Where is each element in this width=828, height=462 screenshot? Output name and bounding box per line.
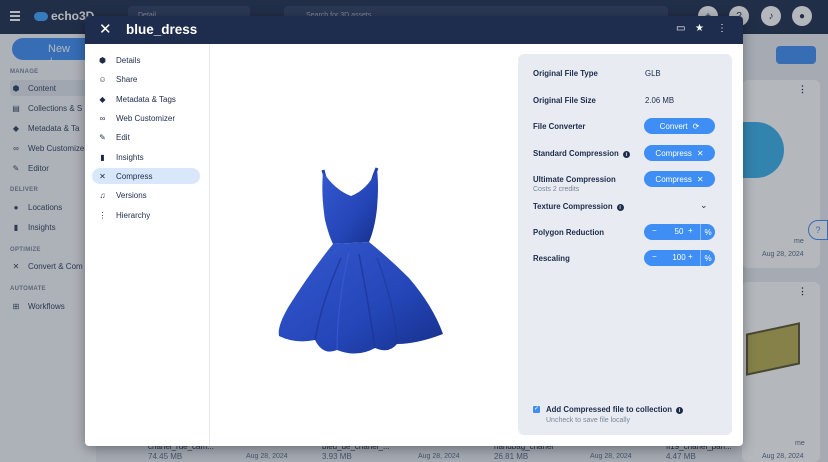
plus-icon[interactable]: + [688,226,693,235]
original-file-type-value: GLB [645,69,661,78]
convert-button-label: Convert [659,121,688,131]
hierarchy-icon: ⋮ [98,210,107,220]
percent-unit: % [700,224,715,240]
compress-icon: ✕ [696,148,704,158]
versions-icon: ♫ [99,190,106,200]
add-to-collection-note: Uncheck to save file locally [546,417,631,424]
more-vertical-icon[interactable]: ⋮ [717,23,727,34]
texture-compression-text: Texture Compression [533,202,613,211]
nav-item-web-customizer[interactable]: ∞ Web Customizer [92,110,200,126]
original-file-size-value: 2.06 MB [645,96,675,105]
nav-item-label: Compress [116,171,153,181]
polygon-reduction-stepper[interactable]: − 50 + % [644,224,715,240]
star-icon[interactable]: ★ [695,23,704,34]
percent-unit: % [700,250,715,266]
pencil-icon: ✎ [99,132,106,142]
nav-item-edit[interactable]: ✎ Edit [92,129,200,145]
chevron-down-icon[interactable]: ⌄ [700,200,708,211]
compress-button-label: Compress [655,148,692,158]
nav-item-versions[interactable]: ♫ Versions [92,187,200,203]
rescaling-stepper[interactable]: − 100 + % [644,250,715,266]
compress-icon: ✕ [99,171,106,181]
nav-item-insights[interactable]: ▮ Insights [92,149,200,165]
tag-icon: ◆ [99,94,106,104]
nav-item-label: Web Customizer [116,113,175,123]
polygon-reduction-label: Polygon Reduction [533,228,605,237]
nav-item-metadata[interactable]: ◆ Metadata & Tags [92,91,200,107]
nav-item-label: Share [116,74,138,84]
plus-icon[interactable]: + [688,252,693,261]
user-plus-icon: ☺ [98,74,107,84]
cube-icon: ⬢ [99,55,106,65]
info-icon[interactable]: i [676,407,684,414]
add-to-collection-text: Add Compressed file to collection [546,405,673,414]
modal-nav: ⬢ Details ☺ Share ◆ Metadata & Tags ∞ Web Cu… [85,44,210,446]
refresh-icon: ⟳ [692,121,700,131]
original-file-size-label: Original File Size [533,96,596,105]
nav-item-details[interactable]: ⬢ Details [92,52,200,68]
standard-compress-button[interactable]: Compress ✕ [644,145,715,161]
standard-compression-text: Standard Compression [533,149,619,158]
info-icon[interactable]: i [616,204,624,211]
minus-icon[interactable]: − [652,226,657,235]
file-converter-label: File Converter [533,122,586,131]
nav-item-label: Edit [116,132,130,142]
minus-icon[interactable]: − [652,252,657,261]
glasses-icon: ∞ [99,113,106,123]
standard-compression-label: Standard Compression i [533,149,630,158]
nav-item-compress[interactable]: ✕ Compress [92,168,200,184]
ultimate-compression-label: Ultimate Compression [533,175,616,184]
close-icon[interactable]: ✕ [99,22,112,37]
ultimate-compress-button[interactable]: Compress ✕ [644,171,715,187]
dress-model[interactable] [211,44,511,446]
nav-item-label: Metadata & Tags [116,94,176,104]
compress-icon: ✕ [696,174,704,184]
nav-item-hierarchy[interactable]: ⋮ Hierarchy [92,207,200,223]
chart-icon: ▮ [100,152,105,162]
info-icon[interactable]: i [622,151,630,158]
convert-button[interactable]: Convert ⟳ [644,118,715,134]
compress-panel: Original File Type GLB Original File Siz… [518,54,732,435]
modal-title: blue_dress [126,22,198,37]
nav-item-label: Details [116,55,141,65]
comment-icon[interactable]: ▭ [676,23,685,34]
texture-compression-label: Texture Compression i [533,202,624,211]
nav-item-label: Hierarchy [116,210,151,220]
add-to-collection-checkbox[interactable]: ✓ [533,406,540,413]
nav-item-share[interactable]: ☺ Share [92,71,200,87]
asset-modal: ✕ blue_dress ▭ ★ ⋮ ⬢ Details ☺ Share ◆ Meta… [85,16,743,446]
ultimate-compression-note: Costs 2 credits [533,186,580,193]
nav-item-label: Versions [116,190,147,200]
model-viewer[interactable] [211,44,511,446]
rescaling-label: Rescaling [533,254,570,263]
add-to-collection-label: Add Compressed file to collection i [546,405,684,414]
original-file-type-label: Original File Type [533,69,598,78]
modal-header: ✕ blue_dress ▭ ★ ⋮ [85,16,743,44]
nav-item-label: Insights [116,152,144,162]
compress-button-label: Compress [655,174,692,184]
